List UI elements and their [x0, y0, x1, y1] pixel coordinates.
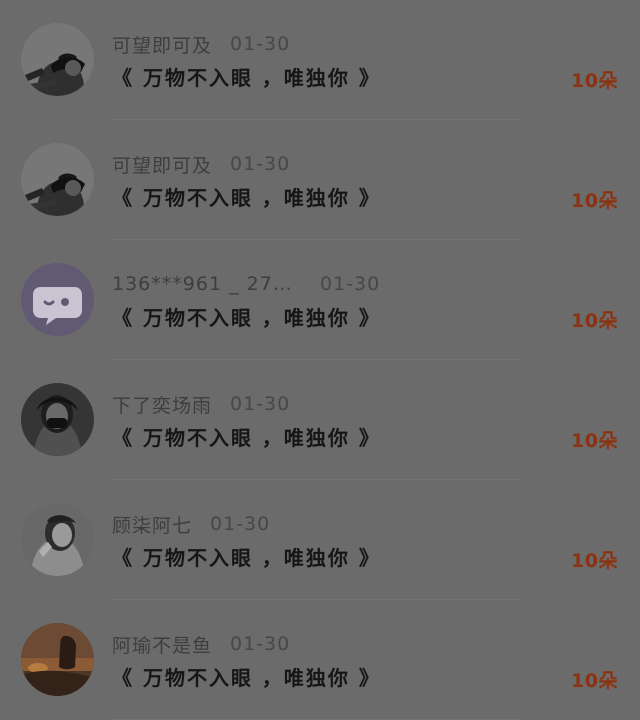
flower-count: 10朵: [571, 190, 618, 212]
message-text: 《 万物不入眼 ，唯独你 》: [112, 426, 381, 450]
dark-portrait-avatar[interactable]: [21, 383, 94, 456]
sender-name: 136***961 _ 272004…: [112, 273, 302, 295]
cyclist-helmet-avatar[interactable]: [21, 23, 94, 96]
sender-meta: 可望即可及 01-30: [112, 150, 290, 178]
sender-name: 可望即可及: [112, 34, 213, 57]
message-text: 《 万物不入眼 ，唯独你 》: [112, 66, 381, 90]
list-item[interactable]: 顾柒阿七 01-30 《 万物不入眼 ，唯独你 》 10朵: [0, 480, 640, 600]
flower-count: 10朵: [571, 670, 618, 692]
gift-record-list: 可望即可及 01-30 《 万物不入眼 ，唯独你 》 10朵 可望即可及 01-…: [0, 0, 640, 720]
sender-meta: 顾柒阿七 01-30: [112, 510, 270, 538]
sent-date: 01-30: [230, 633, 291, 655]
cyclist-helmet-avatar[interactable]: [21, 143, 94, 216]
light-portrait-avatar[interactable]: [21, 503, 94, 576]
flower-count: 10朵: [571, 310, 618, 332]
flower-count: 10朵: [571, 430, 618, 452]
message-text: 《 万物不入眼 ，唯独你 》: [112, 306, 381, 330]
sender-meta: 阿瑜不是鱼 01-30: [112, 630, 290, 658]
list-item[interactable]: 阿瑜不是鱼 01-30 《 万物不入眼 ，唯独你 》 10朵: [0, 600, 640, 720]
sender-meta: 可望即可及 01-30: [112, 30, 290, 58]
sender-name: 下了奕场雨: [112, 394, 213, 417]
list-item[interactable]: 下了奕场雨 01-30 《 万物不入眼 ，唯独你 》 10朵: [0, 360, 640, 480]
sent-date: 01-30: [230, 153, 291, 175]
sender-meta: 136***961 _ 272004… 01-30: [112, 270, 380, 298]
list-item[interactable]: 可望即可及 01-30 《 万物不入眼 ，唯独你 》 10朵: [0, 120, 640, 240]
sent-date: 01-30: [230, 33, 291, 55]
sender-name: 顾柒阿七: [112, 514, 193, 537]
sent-date: 01-30: [320, 273, 381, 295]
sent-date: 01-30: [230, 393, 291, 415]
message-text: 《 万物不入眼 ，唯独你 》: [112, 546, 381, 570]
sunset-avatar[interactable]: [21, 623, 94, 696]
flower-count: 10朵: [571, 550, 618, 572]
sender-name: 阿瑜不是鱼: [112, 634, 213, 657]
sent-date: 01-30: [210, 513, 271, 535]
message-text: 《 万物不入眼 ，唯独你 》: [112, 666, 381, 690]
sender-name: 可望即可及: [112, 154, 213, 177]
chat-bubble-avatar[interactable]: [21, 263, 94, 336]
list-item[interactable]: 可望即可及 01-30 《 万物不入眼 ，唯独你 》 10朵: [0, 0, 640, 120]
message-text: 《 万物不入眼 ，唯独你 》: [112, 186, 381, 210]
sender-meta: 下了奕场雨 01-30: [112, 390, 290, 418]
list-item[interactable]: 136***961 _ 272004… 01-30 《 万物不入眼 ，唯独你 》…: [0, 240, 640, 360]
flower-count: 10朵: [571, 70, 618, 92]
